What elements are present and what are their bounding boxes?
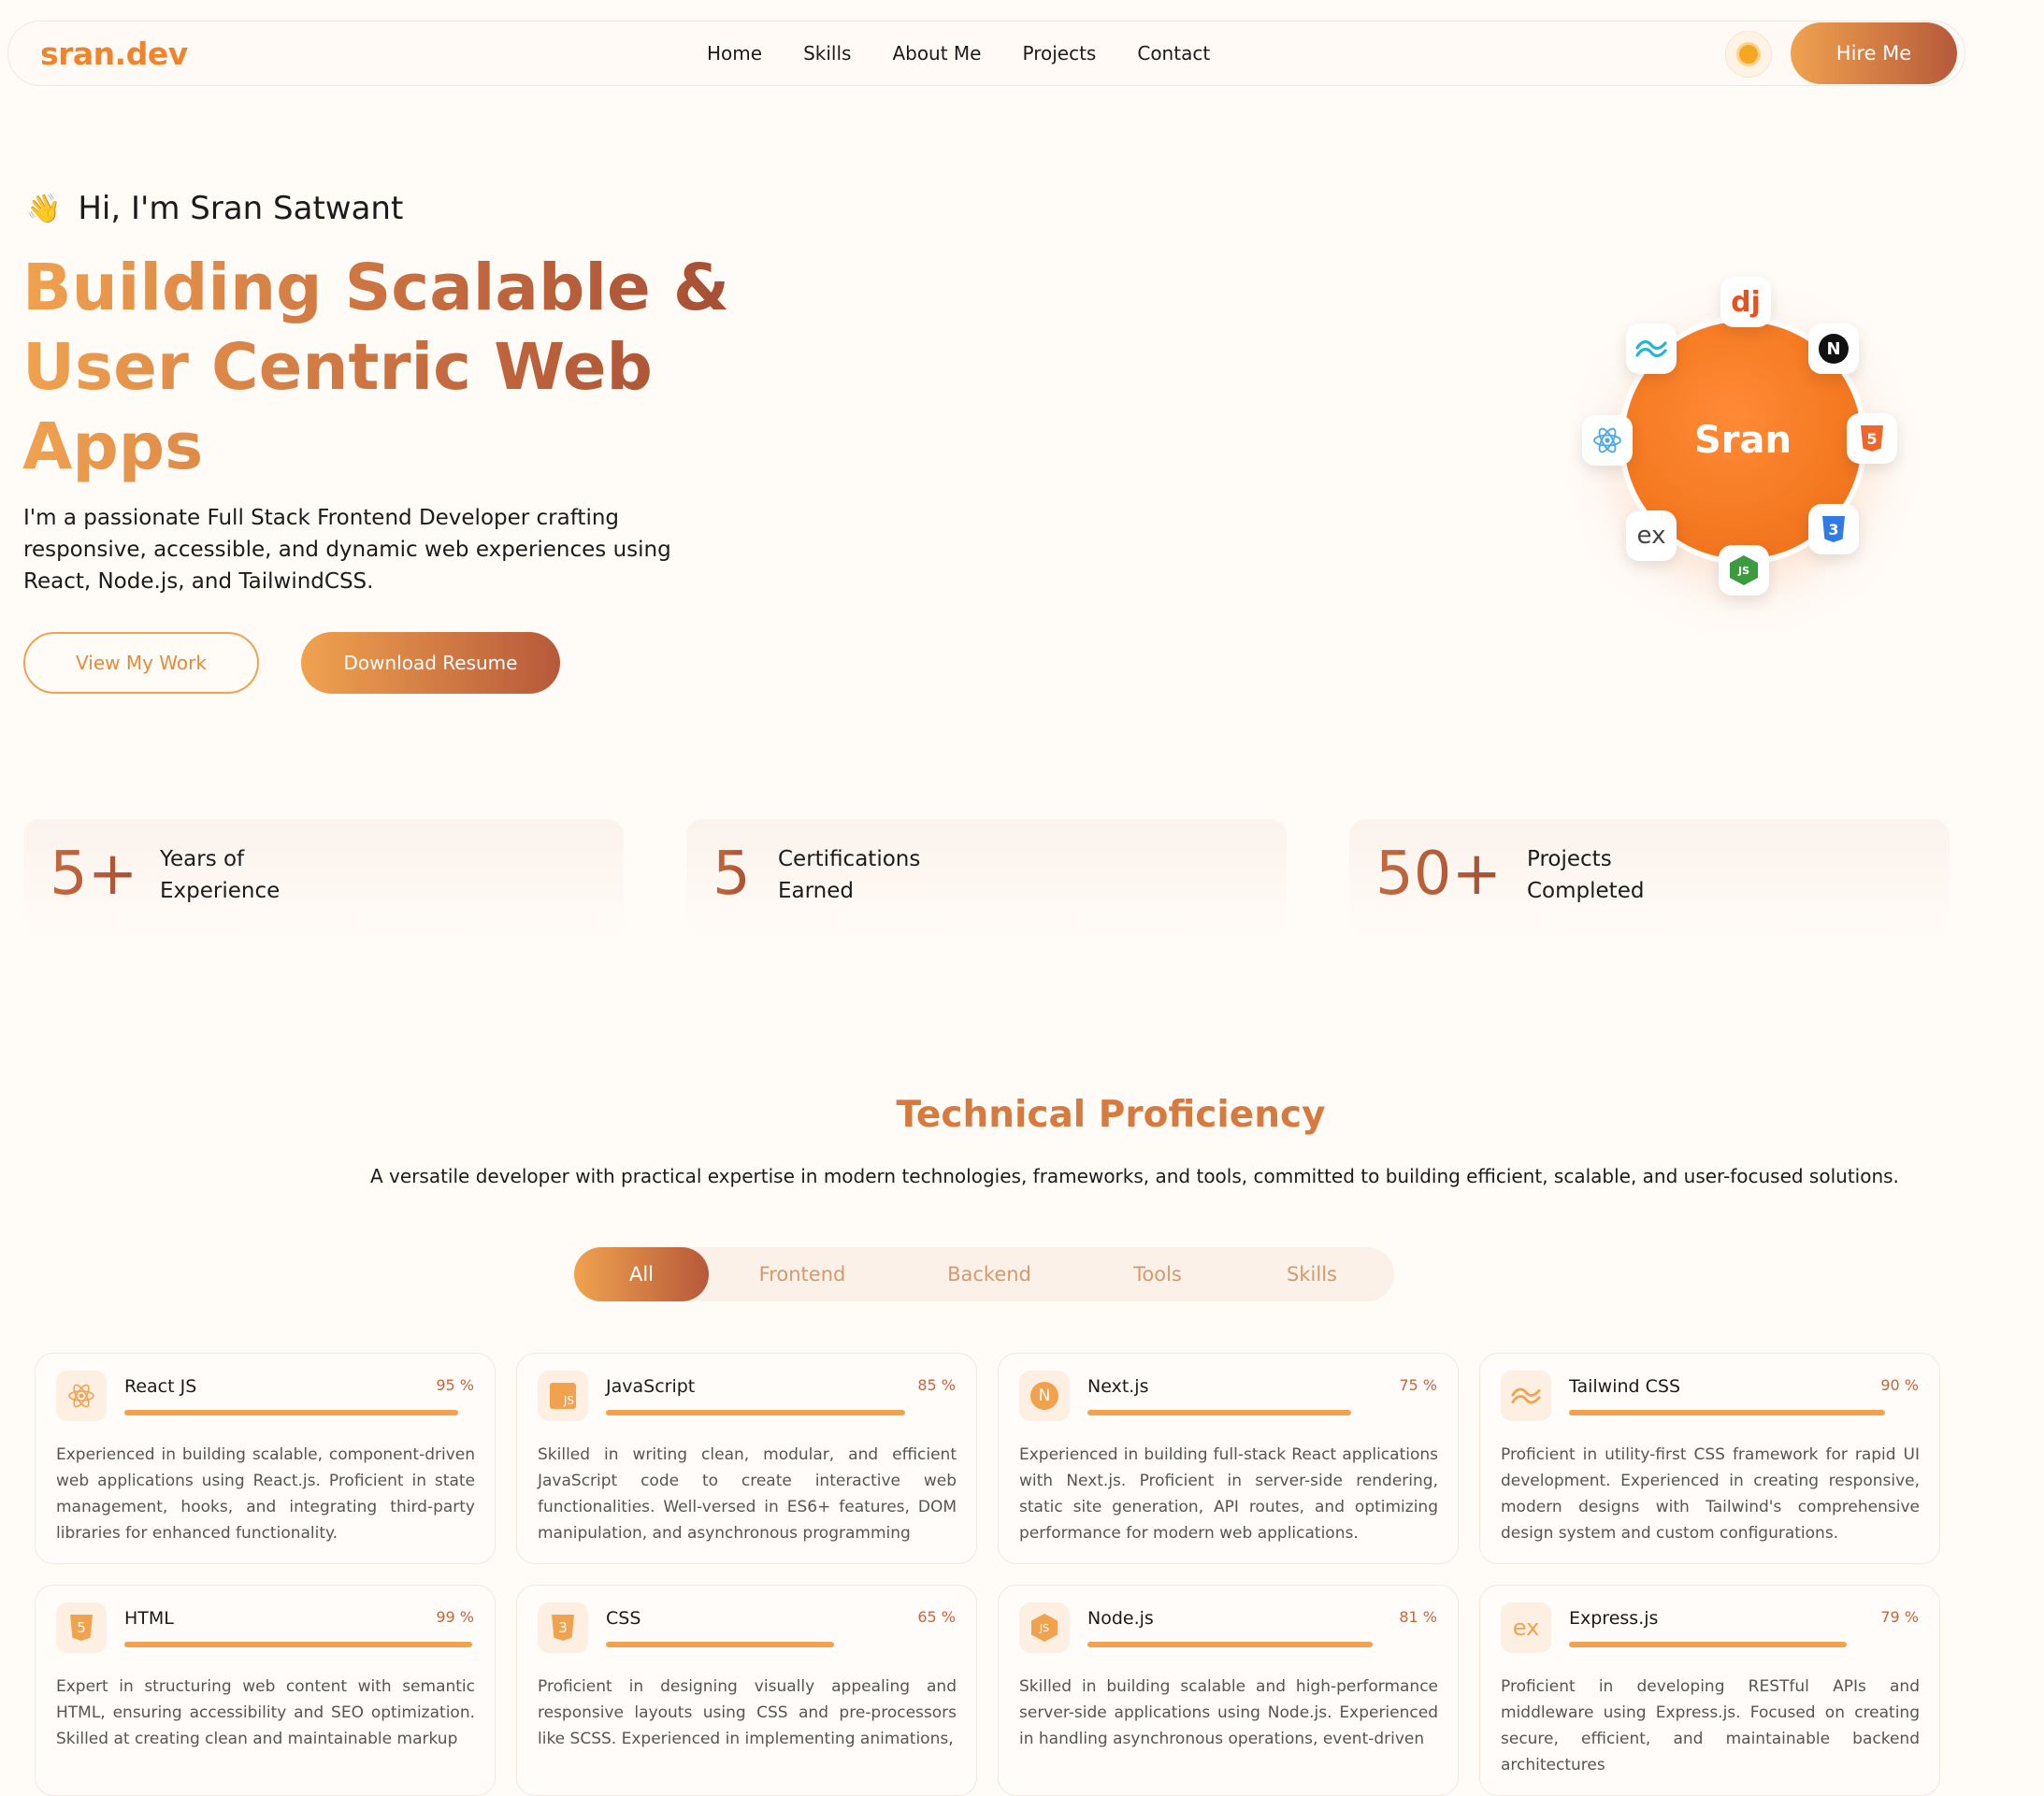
hero-description: I'm a passionate Full Stack Frontend Dev…: [23, 506, 671, 594]
skill-description: Proficient in utility-first CSS framewor…: [1501, 1445, 1920, 1543]
skill-description: Proficient in developing RESTful APIs an…: [1501, 1677, 1920, 1774]
top-navbar: sran.dev Home Skills About Me Projects C…: [7, 21, 1965, 86]
skill-card-nodejs[interactable]: JS Node.js 81 % Skilled in building scal…: [998, 1585, 1459, 1796]
skill-progress-bar: [1087, 1642, 1373, 1647]
tab-all[interactable]: All: [574, 1247, 709, 1301]
site-logo[interactable]: sran.dev: [40, 36, 188, 72]
skill-progress-bar: [124, 1642, 472, 1647]
stat-label: Certifications Earned: [778, 847, 921, 903]
skill-description: Skilled in writing clean, modular, and e…: [538, 1445, 957, 1543]
stat-number: 5: [713, 840, 751, 909]
skill-progress-bar: [606, 1642, 834, 1647]
javascript-icon: JS: [538, 1371, 588, 1421]
skill-percent: 99 %: [436, 1608, 474, 1626]
tab-backend[interactable]: Backend: [896, 1247, 1083, 1301]
skill-percent: 95 %: [436, 1376, 474, 1394]
nav-link-contact[interactable]: Contact: [1137, 42, 1210, 65]
express-icon: ex: [1626, 510, 1677, 561]
hire-me-button[interactable]: Hire Me: [1791, 22, 1957, 84]
css3-icon: 3: [538, 1602, 588, 1653]
stat-number: 50+: [1375, 840, 1503, 909]
view-my-work-button[interactable]: View My Work: [23, 632, 259, 694]
stat-card-experience: 5+ Years of Experience: [23, 819, 624, 935]
stat-number: 5+: [50, 840, 138, 909]
hero-headline: Building Scalable & User Centric Web App…: [22, 249, 733, 487]
skill-name: Tailwind CSS: [1569, 1376, 1681, 1397]
nav-link-about[interactable]: About Me: [892, 42, 981, 65]
skill-card-css[interactable]: 3 CSS 65 % Proficient in designing visua…: [516, 1585, 977, 1796]
sun-icon: [1739, 45, 1758, 64]
hero-greeting: 👋 Hi, I'm Sran Satwant: [26, 190, 403, 227]
nav-link-skills[interactable]: Skills: [803, 42, 851, 65]
nodejs-icon: JS: [1019, 1602, 1070, 1653]
skill-card-react[interactable]: React JS 95 % Experienced in building sc…: [35, 1353, 496, 1564]
html5-icon: 5: [56, 1602, 107, 1653]
skill-card-html[interactable]: 5 HTML 99 % Expert in structuring web co…: [35, 1585, 496, 1796]
skill-description: Experienced in building scalable, compon…: [56, 1445, 475, 1543]
skill-description: Proficient in designing visually appeali…: [538, 1677, 957, 1748]
css3-icon: 3: [1808, 504, 1859, 554]
tab-skills[interactable]: Skills: [1232, 1247, 1391, 1301]
skill-name: Node.js: [1087, 1608, 1154, 1629]
skill-card-express[interactable]: ex Express.js 79 % Proficient in develop…: [1479, 1585, 1940, 1796]
waving-hand-icon: 👋: [26, 192, 62, 225]
tab-tools[interactable]: Tools: [1083, 1247, 1232, 1301]
skill-card-tailwind[interactable]: Tailwind CSS 90 % Proficient in utility-…: [1479, 1353, 1940, 1564]
express-icon: ex: [1501, 1602, 1551, 1653]
react-icon: [56, 1371, 107, 1421]
skill-filter-tabs: All Frontend Backend Tools Skills: [574, 1247, 1394, 1301]
nodejs-icon: JS: [1719, 545, 1769, 596]
skill-description: Skilled in building scalable and high-pe…: [1019, 1677, 1438, 1748]
theme-toggle-button[interactable]: [1725, 31, 1772, 78]
stat-card-certifications: 5 Certifications Earned: [686, 819, 1287, 935]
react-icon: [1582, 415, 1633, 466]
skill-description: Experienced in building full-stack React…: [1019, 1445, 1438, 1543]
nav-link-projects[interactable]: Projects: [1023, 42, 1097, 65]
nav-links: Home Skills About Me Projects Contact: [707, 42, 1251, 65]
skill-name: HTML: [124, 1608, 174, 1629]
stat-card-projects: 50+ Projects Completed: [1349, 819, 1950, 935]
skill-card-nextjs[interactable]: N Next.js 75 % Experienced in building f…: [998, 1353, 1459, 1564]
skill-progress-bar: [124, 1410, 458, 1415]
skill-progress-bar: [1569, 1410, 1885, 1415]
html5-icon: 5: [1847, 413, 1897, 464]
tailwind-icon: [1626, 323, 1677, 374]
stat-label: Years of Experience: [160, 847, 281, 903]
tab-frontend[interactable]: Frontend: [709, 1247, 896, 1301]
skill-name: Next.js: [1087, 1376, 1149, 1397]
skill-percent: 90 %: [1880, 1376, 1919, 1394]
stat-label: Projects Completed: [1527, 847, 1645, 903]
nextjs-icon: N: [1808, 323, 1859, 374]
download-resume-button[interactable]: Download Resume: [301, 632, 560, 694]
django-icon: dj: [1720, 277, 1771, 327]
tech-orbit: Sran dj N 5 3 JS ex: [1579, 277, 1907, 604]
skill-progress-bar: [1087, 1410, 1351, 1415]
greeting-text: Hi, I'm Sran Satwant: [78, 190, 404, 227]
skill-percent: 81 %: [1399, 1608, 1437, 1626]
skill-percent: 65 %: [917, 1608, 956, 1626]
section-description: A versatile developer with practical exp…: [370, 1165, 1899, 1187]
skill-card-javascript[interactable]: JS JavaScript 85 % Skilled in writing cl…: [516, 1353, 977, 1564]
skill-name: React JS: [124, 1376, 197, 1397]
nextjs-icon: N: [1019, 1371, 1070, 1421]
skill-progress-bar: [606, 1410, 905, 1415]
skill-percent: 85 %: [917, 1376, 956, 1394]
skill-name: JavaScript: [606, 1376, 696, 1397]
nav-link-home[interactable]: Home: [707, 42, 762, 65]
skill-description: Expert in structuring web content with s…: [56, 1677, 475, 1748]
orb-label: Sran: [1693, 419, 1792, 462]
skill-name: Express.js: [1569, 1608, 1659, 1629]
skill-percent: 79 %: [1880, 1608, 1919, 1626]
skill-progress-bar: [1569, 1642, 1847, 1647]
tailwind-icon: [1501, 1371, 1551, 1421]
skill-name: CSS: [606, 1608, 641, 1629]
skill-percent: 75 %: [1399, 1376, 1437, 1394]
section-title: Technical Proficiency: [896, 1094, 1326, 1136]
